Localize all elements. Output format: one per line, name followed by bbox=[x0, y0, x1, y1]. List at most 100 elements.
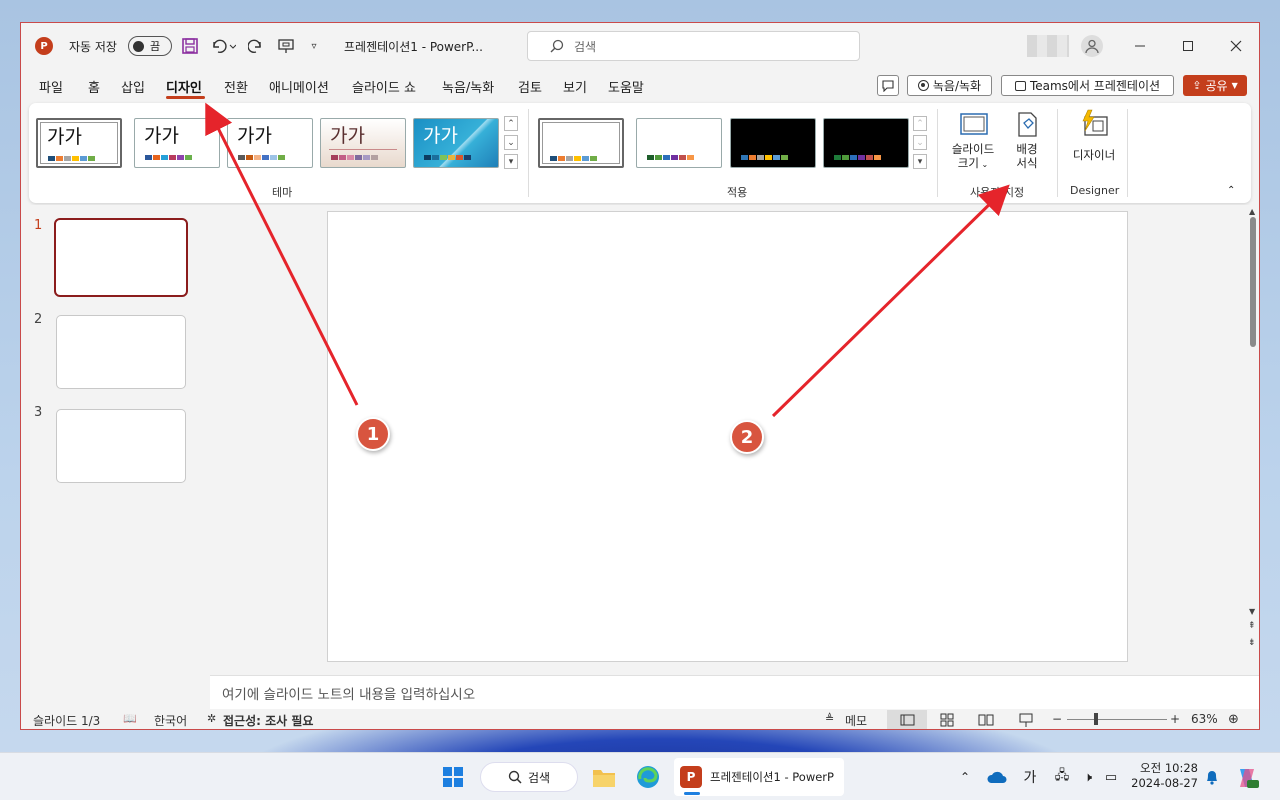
variant-3[interactable] bbox=[730, 118, 816, 168]
themes-more[interactable]: ▾ bbox=[504, 154, 518, 169]
save-button[interactable] bbox=[181, 37, 199, 55]
close-button[interactable] bbox=[1225, 37, 1247, 55]
separator bbox=[528, 109, 529, 197]
tab-transitions[interactable]: 전환 bbox=[224, 77, 248, 96]
record-button[interactable]: 녹음/녹화 bbox=[907, 75, 992, 96]
zoom-slider-thumb[interactable] bbox=[1094, 713, 1098, 725]
file-explorer-button[interactable] bbox=[592, 765, 616, 789]
accessibility-status[interactable]: 접근성: 조사 필요 bbox=[223, 712, 313, 729]
slide-count: 슬라이드 1/3 bbox=[33, 714, 101, 728]
current-slide-canvas[interactable] bbox=[327, 211, 1128, 662]
undo-button[interactable] bbox=[209, 37, 237, 55]
notes-pane[interactable]: 여기에 슬라이드 노트의 내용을 입력하십시오 bbox=[210, 675, 1259, 709]
themes-scroll-up[interactable]: ⌃ bbox=[504, 116, 518, 131]
share-button[interactable]: ⇪ 공유 ▼ bbox=[1183, 75, 1247, 96]
zoom-slider[interactable] bbox=[1067, 719, 1167, 720]
collapse-ribbon-chevron-up-icon[interactable]: ⌃ bbox=[1227, 185, 1235, 196]
theme-3[interactable]: 가가 bbox=[227, 118, 313, 168]
tab-insert[interactable]: 삽입 bbox=[121, 77, 145, 96]
present-from-start-button[interactable] bbox=[277, 37, 295, 55]
redo-button[interactable] bbox=[247, 37, 265, 55]
slideshow-button[interactable] bbox=[1018, 712, 1034, 729]
minimize-button[interactable] bbox=[1129, 37, 1151, 55]
spell-check-icon[interactable]: 📖 bbox=[123, 712, 137, 725]
taskbar-search[interactable]: 검색 bbox=[480, 762, 578, 792]
group-label-themes: 테마 bbox=[272, 186, 293, 199]
zoom-in-icon[interactable]: + bbox=[1170, 712, 1180, 726]
onedrive-button[interactable] bbox=[986, 767, 1008, 787]
next-slide-icon[interactable]: ⇟ bbox=[1248, 638, 1256, 648]
ime-indicator[interactable]: 가 bbox=[1020, 767, 1040, 787]
network-icon[interactable]: 🖧 bbox=[1052, 767, 1072, 787]
variants-more[interactable]: ▾ bbox=[913, 154, 927, 169]
tab-review[interactable]: 검토 bbox=[518, 77, 542, 96]
scroll-down-icon[interactable]: ▼ bbox=[1249, 607, 1255, 616]
clock[interactable]: 오전 10:28 2024-08-27 bbox=[1128, 760, 1198, 790]
maximize-button[interactable] bbox=[1177, 37, 1199, 55]
tab-record[interactable]: 녹음/녹화 bbox=[442, 77, 494, 96]
taskbar-powerpoint-window[interactable]: P 프레젠테이션1 - PowerP bbox=[674, 758, 844, 796]
notifications-button[interactable] bbox=[1202, 767, 1222, 787]
tab-view[interactable]: 보기 bbox=[563, 77, 587, 96]
zoom-out-icon[interactable]: − bbox=[1052, 712, 1062, 726]
speaker-muted-icon[interactable]: 🕨 bbox=[1078, 767, 1098, 787]
language-status[interactable]: 한국어 bbox=[154, 712, 187, 729]
scroll-up-icon[interactable]: ▲ bbox=[1249, 207, 1255, 216]
cloud-icon bbox=[987, 771, 1007, 783]
variant-4[interactable] bbox=[823, 118, 909, 168]
clock-time: 오전 10:28 bbox=[1140, 761, 1198, 775]
fit-to-window-icon[interactable]: ⊕ bbox=[1228, 712, 1239, 727]
account-avatar[interactable] bbox=[1081, 35, 1103, 57]
autosave-toggle[interactable]: 끔 bbox=[128, 36, 172, 56]
slide-sorter-button[interactable] bbox=[939, 712, 955, 729]
start-button[interactable] bbox=[441, 765, 465, 789]
theme-2[interactable]: 가가 bbox=[134, 118, 220, 168]
tab-design[interactable]: 디자인 bbox=[166, 77, 202, 96]
slide-thumbnail-2[interactable] bbox=[56, 315, 186, 389]
reading-view-button[interactable] bbox=[978, 712, 994, 729]
copilot-button[interactable] bbox=[1234, 765, 1260, 791]
battery-icon[interactable]: ▭ bbox=[1101, 767, 1121, 787]
scrollbar-thumb[interactable] bbox=[1250, 217, 1256, 347]
tab-animations[interactable]: 애니메이션 bbox=[269, 77, 329, 96]
separator bbox=[937, 109, 938, 197]
slide-size-button[interactable]: 슬라이드 크기 ⌄ bbox=[945, 111, 1001, 181]
show-hidden-icons-chevron-up-icon[interactable]: ⌃ bbox=[956, 767, 974, 787]
search-box[interactable]: 검색 bbox=[527, 31, 860, 61]
designer-button[interactable]: 디자이너 bbox=[1065, 109, 1123, 179]
tab-slideshow[interactable]: 슬라이드 쇼 bbox=[352, 77, 416, 96]
search-placeholder: 검색 bbox=[574, 39, 597, 54]
variant-1[interactable] bbox=[538, 118, 624, 168]
present-in-teams-button[interactable]: Teams에서 프레젠테이션 bbox=[1001, 75, 1174, 96]
theme-4[interactable]: 가가 bbox=[320, 118, 406, 168]
taskbar-ppt-label: 프레젠테이션1 - PowerP bbox=[710, 770, 834, 784]
theme-office[interactable]: 가가 bbox=[36, 118, 122, 168]
variants-scroll-down[interactable]: ⌄ bbox=[913, 135, 927, 150]
toggle-knob-icon bbox=[133, 40, 144, 52]
slide-thumbnail-3[interactable] bbox=[56, 409, 186, 483]
format-background-button[interactable]: 배경 서식 bbox=[1005, 111, 1049, 181]
tab-file[interactable]: 파일 bbox=[39, 77, 63, 96]
comments-button[interactable] bbox=[877, 75, 899, 96]
variant-2[interactable] bbox=[636, 118, 722, 168]
tab-home[interactable]: 홈 bbox=[88, 77, 100, 96]
zoom-level[interactable]: 63% bbox=[1191, 712, 1218, 726]
callout-badge-1: 1 bbox=[356, 417, 390, 451]
format-background-label-1: 배경 bbox=[1016, 142, 1038, 156]
slide-thumbnail-1[interactable] bbox=[54, 218, 188, 297]
customize-toolbar-chevron-icon[interactable]: ▿ bbox=[307, 37, 321, 55]
normal-view-button[interactable] bbox=[887, 710, 927, 729]
variants-scroll-up[interactable]: ⌃ bbox=[913, 116, 927, 131]
edge-button[interactable] bbox=[636, 765, 660, 789]
slide-number: 2 bbox=[34, 312, 43, 327]
powerpoint-window: P 자동 저장 끔 ▿ 프레젠테이션1 - PowerP... 검색 파일 홈 … bbox=[20, 22, 1260, 730]
previous-slide-icon[interactable]: ⇞ bbox=[1248, 621, 1256, 631]
teams-label: Teams에서 프레젠테이션 bbox=[1029, 79, 1161, 93]
tab-help[interactable]: 도움말 bbox=[608, 77, 644, 96]
vertical-scrollbar[interactable]: ▲ ▼ ⇞ ⇟ bbox=[1245, 205, 1259, 675]
theme-5[interactable]: 가가 bbox=[413, 118, 499, 168]
notes-toggle[interactable]: 메모 bbox=[845, 712, 867, 729]
themes-scroll-down[interactable]: ⌄ bbox=[504, 135, 518, 150]
accessibility-icon[interactable]: ✲ bbox=[207, 712, 216, 725]
copilot-icon bbox=[1240, 769, 1259, 788]
